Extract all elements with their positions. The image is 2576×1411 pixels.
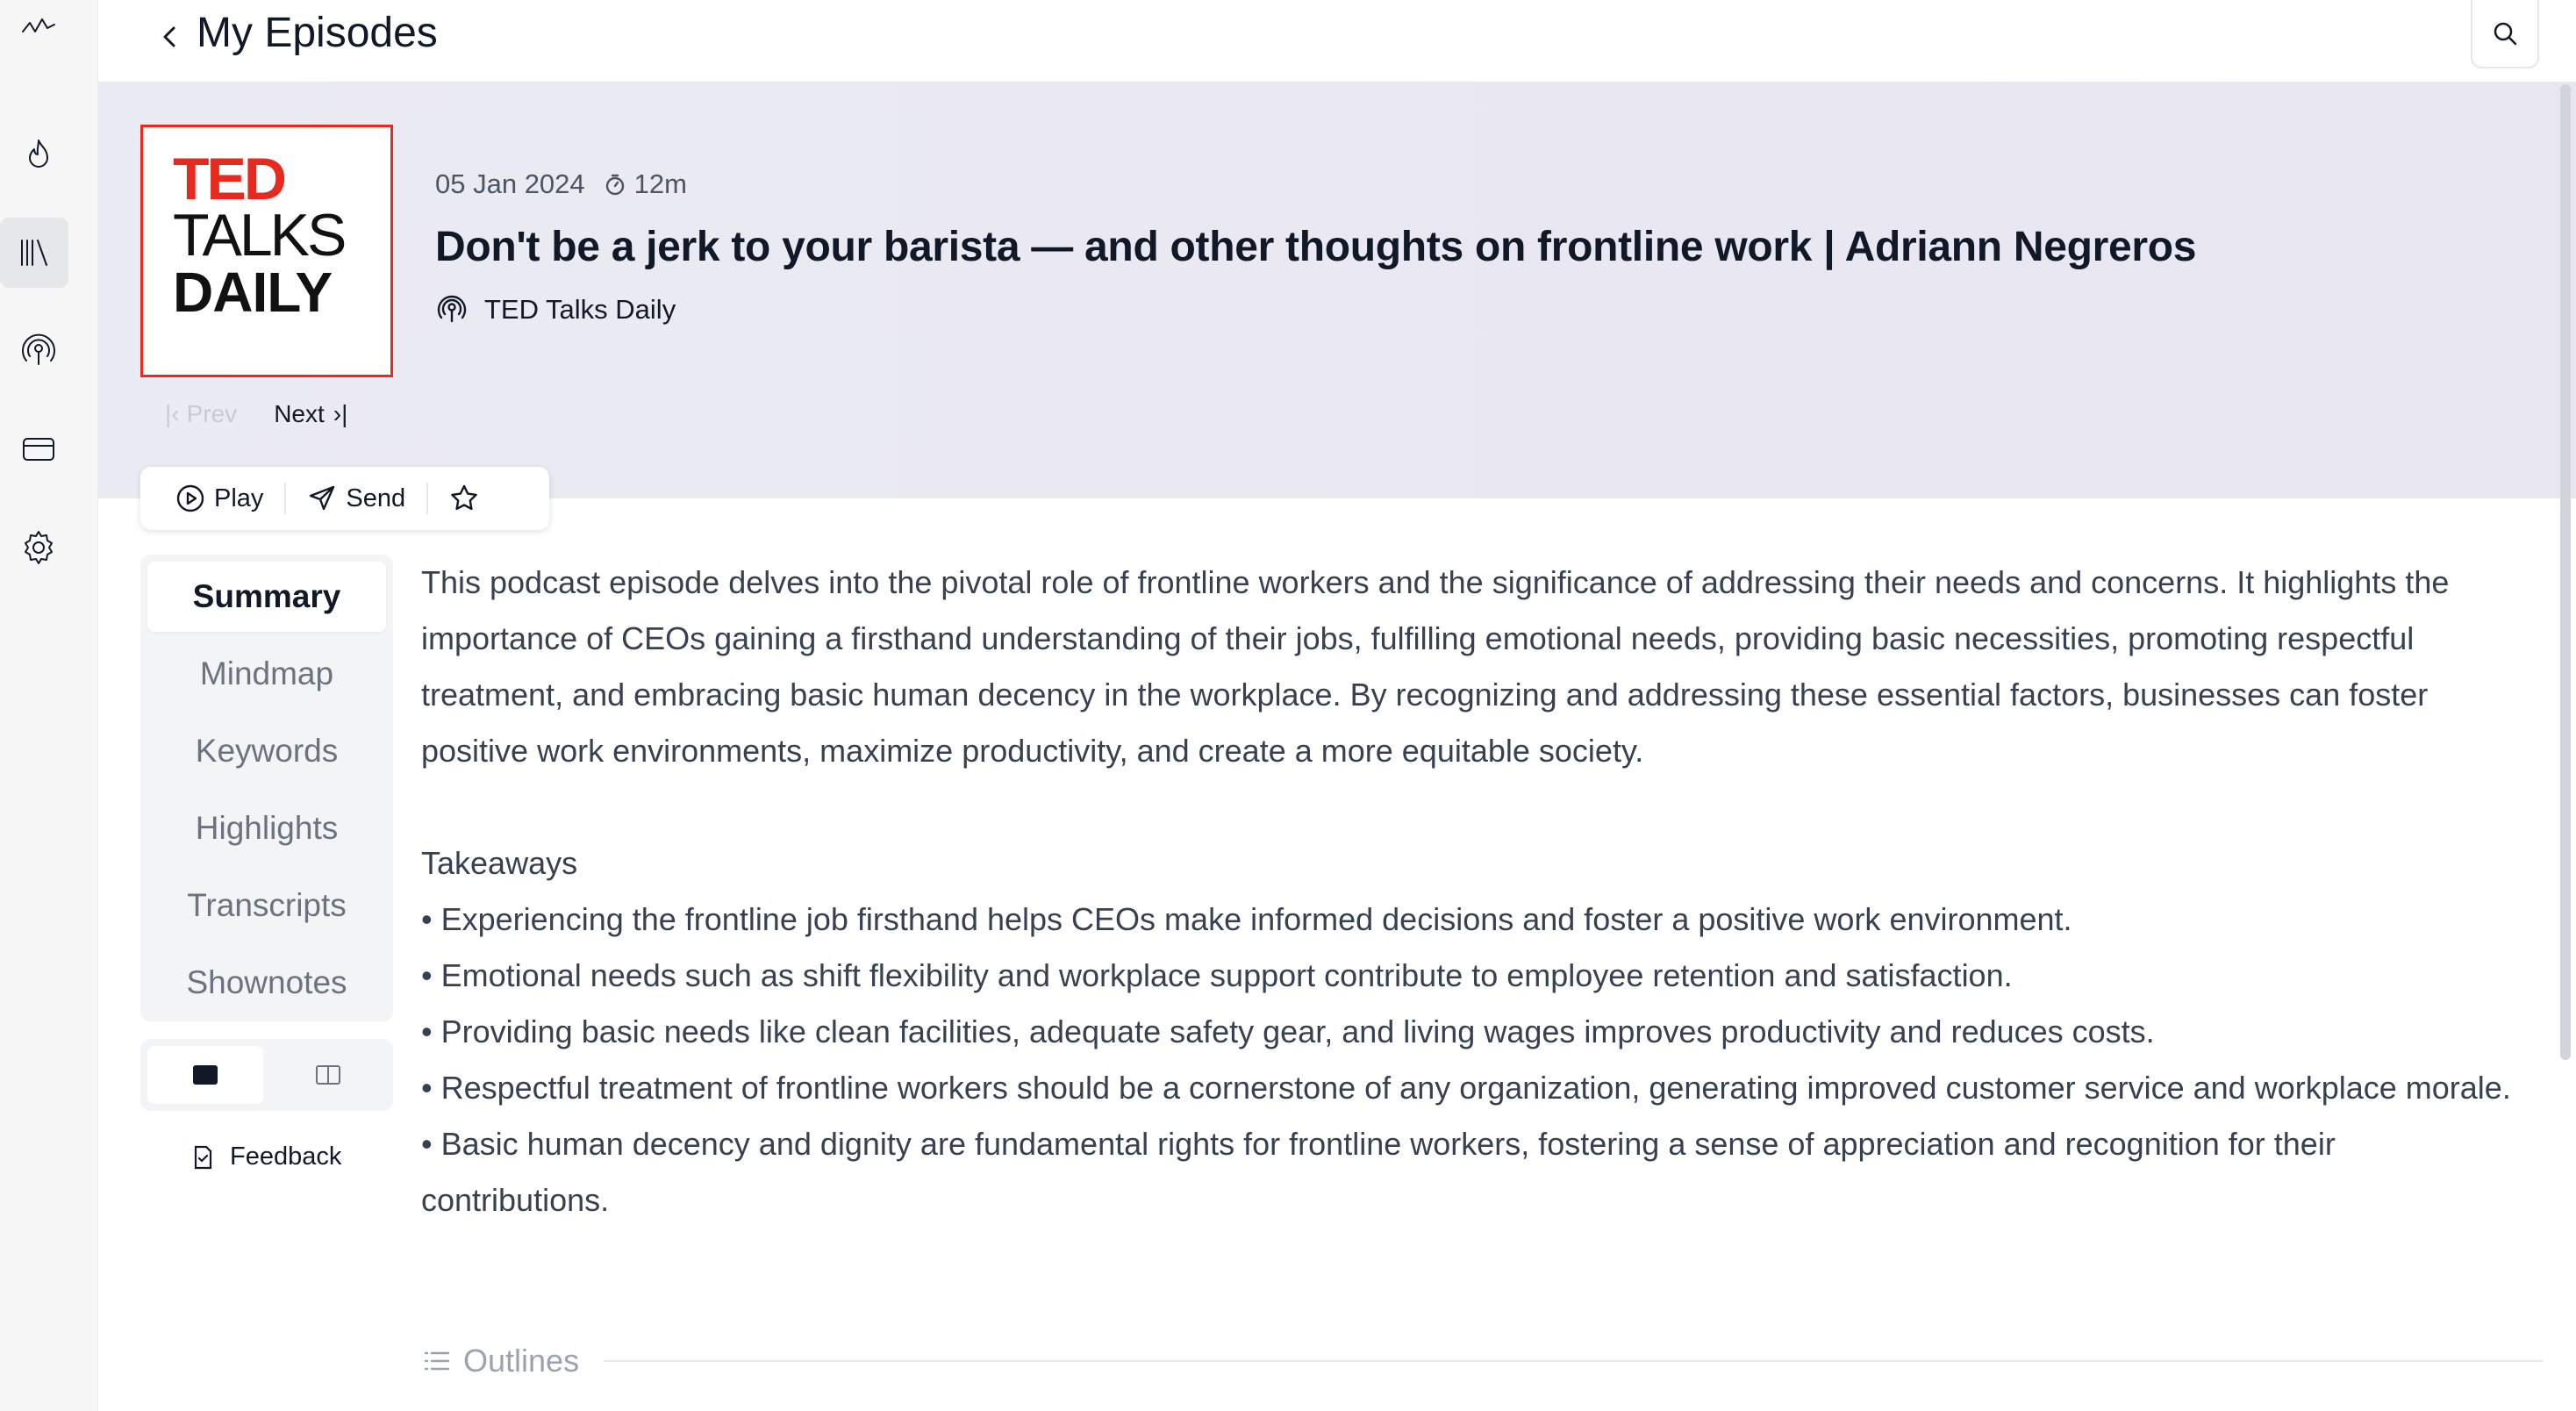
- single-view-button[interactable]: [147, 1046, 263, 1104]
- divider: [426, 483, 429, 514]
- episode-title: Don't be a jerk to your barista — and ot…: [435, 224, 2197, 270]
- content-tabs: Summary Mindmap Keywords Highlights Tran…: [140, 555, 393, 1021]
- cover-daily: DAILY: [173, 261, 333, 324]
- logo-icon[interactable]: [11, 2, 67, 54]
- takeaways-heading: Takeaways: [421, 845, 578, 881]
- cover-talks: TALKS: [173, 202, 347, 269]
- prev-button[interactable]: |‹ Prev: [165, 400, 237, 428]
- divider: [604, 1360, 2543, 1362]
- takeaway-item: • Emotional needs such as shift flexibil…: [421, 957, 2013, 993]
- summary-paragraph: This podcast episode delves into the piv…: [421, 564, 2450, 769]
- search-button[interactable]: [2471, 0, 2539, 68]
- next-button[interactable]: Next ›|: [274, 400, 347, 428]
- cover-ted: TED: [173, 146, 287, 212]
- chevron-left-icon: [163, 26, 175, 47]
- tab-keywords[interactable]: Keywords: [147, 716, 386, 786]
- prev-label: Prev: [186, 400, 238, 427]
- favorite-button[interactable]: [449, 483, 479, 513]
- episode-navigation: |‹ Prev Next ›|: [165, 400, 347, 428]
- view-toggle: [140, 1039, 393, 1111]
- single-pane-icon: [193, 1065, 218, 1085]
- tab-highlights[interactable]: Highlights: [147, 793, 386, 863]
- settings-icon[interactable]: [11, 512, 67, 583]
- search-icon: [2494, 22, 2517, 46]
- next-label: Next: [274, 400, 325, 427]
- takeaway-item: • Respectful treatment of frontline work…: [421, 1070, 2511, 1106]
- page-title: My Episodes: [197, 10, 438, 56]
- takeaway-item: • Providing basic needs like clean facil…: [421, 1013, 2155, 1049]
- skip-back-icon: |‹: [165, 400, 180, 427]
- feedback-label: Feedback: [230, 1142, 342, 1171]
- podcast-name: TED Talks Daily: [484, 294, 676, 325]
- episode-header: TED TALKS DAILY |‹ Prev Next ›| 05 Jan 2…: [98, 82, 2576, 498]
- outlines-label: Outlines: [463, 1343, 580, 1379]
- trending-icon[interactable]: [11, 119, 67, 190]
- tab-summary[interactable]: Summary: [147, 562, 386, 632]
- back-button[interactable]: [149, 16, 191, 58]
- feedback-button[interactable]: Feedback: [190, 1142, 341, 1171]
- scrollbar[interactable]: [2560, 84, 2571, 1060]
- feedback-icon: [194, 1145, 212, 1169]
- podcast-link[interactable]: TED Talks Daily: [435, 293, 676, 326]
- send-label: Send: [346, 483, 406, 512]
- tab-shownotes[interactable]: Shownotes: [147, 948, 386, 1018]
- list-icon: [424, 1351, 450, 1371]
- episode-date: 05 Jan 2024: [435, 168, 585, 199]
- top-bar: My Episodes: [98, 0, 2576, 82]
- library-icon[interactable]: [0, 218, 68, 288]
- split-view-button[interactable]: [270, 1046, 386, 1104]
- send-icon: [310, 485, 335, 511]
- app-sidebar: [0, 0, 98, 1411]
- tab-transcripts[interactable]: Transcripts: [147, 870, 386, 941]
- timer-icon: [605, 174, 624, 196]
- play-circle-icon: [176, 484, 204, 512]
- takeaway-item: • Basic human decency and dignity are fu…: [421, 1126, 2336, 1218]
- episode-meta: 05 Jan 2024 12m: [435, 168, 687, 200]
- send-button[interactable]: Send: [307, 483, 405, 513]
- episode-duration: 12m: [603, 168, 687, 200]
- play-button[interactable]: Play: [175, 483, 263, 513]
- takeaway-item: • Experiencing the frontline job firstha…: [421, 901, 2072, 937]
- podcast-icon[interactable]: [11, 316, 67, 386]
- divider: [284, 483, 287, 514]
- card-icon[interactable]: [11, 414, 67, 484]
- skip-forward-icon: ›|: [333, 400, 348, 427]
- star-icon: [451, 484, 477, 511]
- episode-actions: Play Send: [140, 467, 549, 530]
- duration-value: 12m: [633, 168, 687, 199]
- outlines-section: Outlines: [421, 1343, 2543, 1379]
- tab-mindmap[interactable]: Mindmap: [147, 639, 386, 709]
- split-pane-icon: [316, 1065, 340, 1085]
- podcast-cover: TED TALKS DAILY: [140, 125, 393, 377]
- podcast-icon: [437, 295, 467, 323]
- summary-content: This podcast episode delves into the piv…: [421, 555, 2527, 1228]
- play-label: Play: [214, 483, 264, 512]
